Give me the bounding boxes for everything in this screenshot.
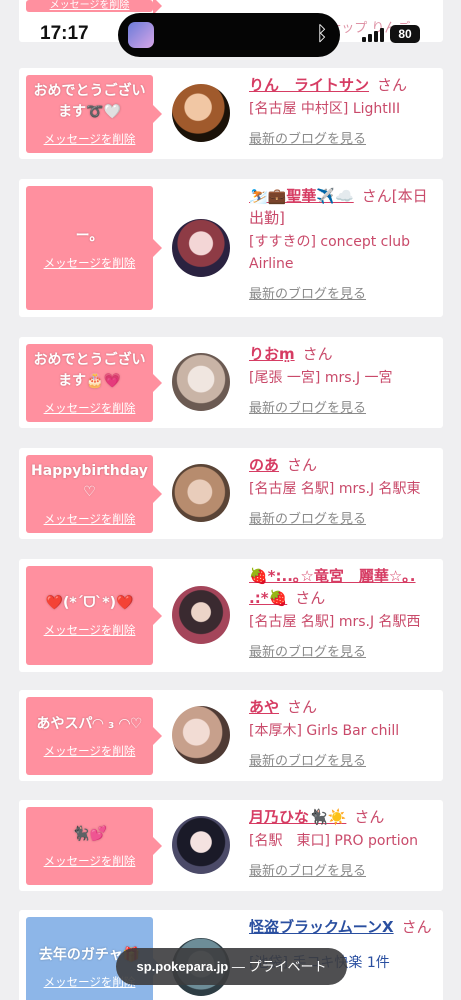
cellular-signal-icon	[362, 28, 384, 42]
honorific: さん	[377, 76, 408, 94]
cast-name-link[interactable]: 🍓*:..｡☆竜宮 麗華☆｡. .:*🍓	[249, 567, 416, 607]
message-text: ー。	[75, 227, 104, 244]
message-text: あやスパ◠ ₃ ◠♡	[36, 715, 143, 732]
browsing-mode: — プライベート	[228, 959, 327, 974]
message-text: おめでとうございます🎂💗	[33, 352, 146, 389]
cast-avatar[interactable]	[172, 353, 230, 411]
cast-avatar[interactable]	[172, 219, 230, 277]
card-info: ⛷️💼聖華✈️☁️ さん[本日出勤] [すすきの] concept club Ai…	[249, 185, 437, 302]
message-card: おめでとうございます🎂💗 メッセージを削除 りおm̤ さん [尾張 一宮] mrs…	[19, 337, 443, 428]
delete-message-link[interactable]: メッセージを削除	[44, 622, 136, 638]
url-host: sp.pokepara.jp	[136, 959, 229, 974]
bluetooth-icon: ᛒ	[316, 21, 328, 45]
honorific: さん	[354, 808, 385, 826]
shop-name: [名古屋 名駅] mrs.J 名駅東	[249, 481, 421, 497]
message-card: 🐈‍⬛💕 メッセージを削除 月乃ひな🐈‍⬛☀️ さん [名駅 東口] PRO po…	[19, 800, 443, 891]
honorific: さん	[287, 698, 318, 716]
message-text: おめでとうございます➰🤍	[33, 83, 146, 120]
card-info: りん ライトサン さん [名古屋 中村区] LightIII 最新のブログを見る	[249, 74, 437, 147]
dynamic-island[interactable]: ᛒ	[118, 13, 340, 57]
cast-name-link[interactable]: あや	[249, 698, 279, 716]
latest-blog-link[interactable]: 最新のブログを見る	[249, 641, 437, 660]
cast-avatar[interactable]	[172, 706, 230, 764]
latest-blog-link[interactable]: 最新のブログを見る	[249, 750, 437, 769]
message-card: ー。 メッセージを削除 ⛷️💼聖華✈️☁️ さん[本日出勤] [すすきの] con…	[19, 179, 443, 317]
message-card: おめでとうございます➰🤍 メッセージを削除 りん ライトサン さん [名古屋 中村…	[19, 68, 443, 159]
delete-message-link[interactable]: メッセージを削除	[44, 131, 136, 147]
cast-avatar[interactable]	[172, 586, 230, 644]
message-card: あやスパ◠ ₃ ◠♡ メッセージを削除 あや さん [本厚木] Girls Bar…	[19, 690, 443, 781]
shop-name: [名駅 東口] PRO portion	[249, 833, 419, 849]
latest-blog-link[interactable]: 最新のブログを見る	[249, 860, 437, 879]
message-card: Happybirthday♡ メッセージを削除 のあ さん [名古屋 名駅] mr…	[19, 448, 443, 539]
message-bubble: Happybirthday♡ メッセージを削除	[26, 455, 162, 533]
message-bubble: おめでとうございます➰🤍 メッセージを削除	[26, 75, 162, 153]
url-bar[interactable]: sp.pokepara.jp — プライベート	[116, 948, 347, 985]
shop-name: [名古屋 中村区] LightIII	[249, 101, 401, 117]
message-text: ❤️(*ˊᗜˋ*)❤️	[45, 595, 134, 611]
delete-message-link[interactable]: メッセージを削除	[44, 743, 136, 759]
message-bubble: 🐈‍⬛💕 メッセージを削除	[26, 807, 162, 885]
delete-message-link[interactable]: メッセージを削除	[44, 853, 136, 869]
honorific: さん	[295, 589, 326, 607]
cast-name-link[interactable]: ⛷️💼聖華✈️☁️	[249, 187, 354, 205]
honorific: さん	[401, 918, 432, 936]
cast-name-link[interactable]: のあ	[249, 456, 279, 474]
cast-avatar[interactable]	[172, 464, 230, 522]
card-info: 月乃ひな🐈‍⬛☀️ さん [名駅 東口] PRO portion 最新のブログを見…	[249, 806, 437, 879]
cast-name-link[interactable]: 月乃ひな🐈‍⬛☀️	[249, 808, 346, 826]
latest-blog-link[interactable]: 最新のブログを見る	[249, 128, 437, 147]
shop-name: [名古屋 名駅] mrs.J 名駅西	[249, 614, 421, 630]
cast-name-link[interactable]: 怪盗ブラックムーンX	[249, 918, 394, 936]
message-bubble: あやスパ◠ ₃ ◠♡ メッセージを削除	[26, 697, 162, 775]
shop-name: [本厚木] Girls Bar chill	[249, 723, 400, 739]
cast-name-link[interactable]: りおm̤	[249, 345, 295, 363]
cast-avatar[interactable]	[172, 84, 230, 142]
shop-name: [尾張 一宮] mrs.J 一宮	[249, 370, 393, 386]
latest-blog-link[interactable]: 最新のブログを見る	[249, 397, 437, 416]
honorific: さん	[287, 456, 318, 474]
card-info: 🍓*:..｡☆竜宮 麗華☆｡. .:*🍓 さん [名古屋 名駅] mrs.J 名駅…	[249, 565, 437, 660]
delete-message-link[interactable]: メッセージを削除	[44, 511, 136, 527]
message-text: 🐈‍⬛💕	[72, 825, 107, 842]
message-bubble: ー。 メッセージを削除	[26, 186, 162, 310]
honorific: さん	[302, 345, 333, 363]
message-card: ❤️(*ˊᗜˋ*)❤️ メッセージを削除 🍓*:..｡☆竜宮 麗華☆｡. .:*…	[19, 559, 443, 672]
message-bubble: ❤️(*ˊᗜˋ*)❤️ メッセージを削除	[26, 566, 162, 665]
card-info: のあ さん [名古屋 名駅] mrs.J 名駅東 最新のブログを見る	[249, 454, 437, 527]
app-icon	[128, 22, 154, 48]
status-bar: 17:17 ᛒ 80	[0, 0, 461, 62]
delete-message-link[interactable]: メッセージを削除	[44, 255, 136, 271]
latest-blog-link[interactable]: 最新のブログを見る	[249, 508, 437, 527]
card-info: あや さん [本厚木] Girls Bar chill 最新のブログを見る	[249, 696, 437, 769]
cast-avatar[interactable]	[172, 816, 230, 874]
message-bubble: おめでとうございます🎂💗 メッセージを削除	[26, 344, 162, 422]
latest-blog-link[interactable]: 最新のブログを見る	[249, 283, 437, 302]
status-time: 17:17	[40, 23, 89, 44]
message-text: Happybirthday♡	[31, 463, 148, 500]
card-info: りおm̤ さん [尾張 一宮] mrs.J 一宮 最新のブログを見る	[249, 343, 437, 416]
shop-name: [すすきの] concept club Airline	[249, 234, 410, 272]
delete-message-link[interactable]: メッセージを削除	[44, 400, 136, 416]
cast-name-link[interactable]: りん ライトサン	[249, 76, 369, 94]
battery-icon: 80	[390, 25, 420, 43]
